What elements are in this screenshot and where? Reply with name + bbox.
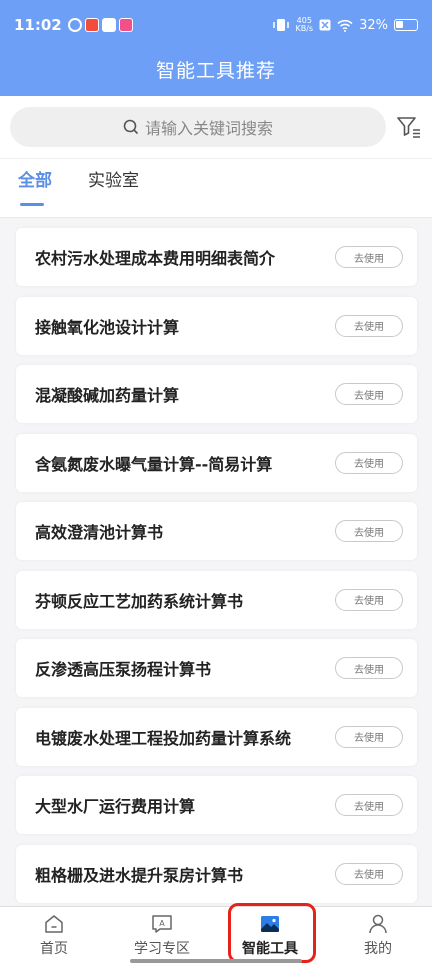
- nav-mine-label: 我的: [364, 941, 392, 957]
- nav-study[interactable]: A 学习专区: [108, 907, 216, 964]
- tool-title: 高效澄清池计算书: [35, 523, 164, 542]
- search-placeholder: 请输入关键词搜索: [144, 119, 273, 138]
- top-bar: 11:02 405 KB/s 32% 智能工具推荐: [0, 0, 432, 96]
- vibrate-icon: [273, 19, 290, 31]
- nav-smart-tools[interactable]: 智能工具: [216, 907, 324, 964]
- use-button[interactable]: 去使用: [335, 383, 403, 405]
- use-button[interactable]: 去使用: [335, 862, 403, 885]
- search-icon: [123, 119, 139, 135]
- list-item[interactable]: 高效澄清池计算书 去使用: [16, 502, 417, 560]
- net-speed: 405 KB/s: [295, 17, 313, 33]
- use-button[interactable]: 去使用: [335, 657, 403, 679]
- status-bar: 11:02 405 KB/s 32%: [0, 0, 432, 50]
- tool-list: 农村污水处理成本费用明细表简介 去使用 接触氧化池设计计算 去使用 混凝酸碱加药量计…: [16, 228, 417, 913]
- tool-title: 反渗透高压泵扬程计算书: [35, 660, 212, 679]
- image-icon: [261, 916, 279, 932]
- filter-button[interactable]: [396, 114, 422, 140]
- nav-study-label: 学习专区: [134, 941, 190, 957]
- tool-title: 芬顿反应工艺加药系统计算书: [35, 591, 244, 611]
- notification-icons: [67, 18, 133, 32]
- tool-title: 混凝酸碱加药量计算: [35, 386, 180, 405]
- battery-percent: 32%: [359, 17, 388, 33]
- tool-title: 含氨氮废水曝气量计算--简易计算: [35, 454, 273, 474]
- list-item[interactable]: 含氨氮废水曝气量计算--简易计算 去使用: [16, 433, 417, 492]
- home-indicator: [130, 959, 302, 963]
- nav-mine[interactable]: 我的: [324, 907, 432, 964]
- page-title: 智能工具推荐: [155, 60, 276, 82]
- list-item[interactable]: 粗格栅及进水提升泵房计算书 去使用: [16, 844, 417, 903]
- tool-title: 电镀废水处理工程投加药量计算系统: [35, 728, 292, 748]
- nav-home-label: 首页: [40, 941, 68, 957]
- wifi-icon: [337, 19, 353, 32]
- filter-icon: [397, 117, 420, 138]
- tab-all[interactable]: 全部: [18, 158, 52, 218]
- list-item[interactable]: 电镀废水处理工程投加药量计算系统 去使用: [16, 707, 417, 766]
- tab-bar: 全部 实验室: [0, 158, 432, 218]
- battery-icon: [394, 19, 418, 31]
- tool-title: 粗格栅及进水提升泵房计算书: [35, 865, 244, 885]
- home-icon: [45, 915, 63, 933]
- person-icon: [369, 914, 387, 934]
- nav-home[interactable]: 首页: [0, 907, 108, 964]
- list-item[interactable]: 农村污水处理成本费用明细表简介 去使用: [16, 228, 417, 286]
- list-item[interactable]: 大型水厂运行费用计算 去使用: [16, 776, 417, 834]
- tool-title: 大型水厂运行费用计算: [35, 797, 196, 816]
- notification-app-icon: [118, 18, 133, 32]
- nav-smart-tools-label: 智能工具: [242, 941, 298, 957]
- tool-title: 农村污水处理成本费用明细表简介: [35, 249, 276, 268]
- use-button[interactable]: 去使用: [335, 314, 403, 337]
- svg-text:A: A: [159, 919, 165, 928]
- use-button[interactable]: 去使用: [335, 520, 403, 542]
- tool-title: 接触氧化池设计计算: [35, 317, 180, 337]
- notification-app-icon: [67, 18, 82, 32]
- list-item[interactable]: 接触氧化池设计计算 去使用: [16, 296, 417, 355]
- study-icon: A: [152, 915, 172, 933]
- list-item[interactable]: 反渗透高压泵扬程计算书 去使用: [16, 639, 417, 697]
- tab-lab[interactable]: 实验室: [88, 158, 139, 218]
- use-button[interactable]: 去使用: [335, 246, 403, 268]
- status-right: 405 KB/s 32%: [273, 17, 418, 33]
- use-button[interactable]: 去使用: [335, 725, 403, 748]
- net-speed-unit: KB/s: [295, 24, 314, 33]
- notification-app-icon: [84, 18, 99, 32]
- search-row: 请输入关键词搜索: [0, 96, 432, 158]
- list-item[interactable]: 芬顿反应工艺加药系统计算书 去使用: [16, 570, 417, 629]
- list-item[interactable]: 混凝酸碱加药量计算 去使用: [16, 365, 417, 423]
- search-input[interactable]: 请输入关键词搜索: [10, 107, 386, 147]
- use-button[interactable]: 去使用: [335, 588, 403, 611]
- use-button[interactable]: 去使用: [335, 794, 403, 816]
- status-time: 11:02: [14, 16, 62, 34]
- use-button[interactable]: 去使用: [335, 451, 403, 474]
- bottom-nav: 首页 A 学习专区 智能工具 我的: [0, 906, 432, 964]
- nfc-icon: [319, 19, 331, 31]
- mail-icon: [101, 18, 116, 32]
